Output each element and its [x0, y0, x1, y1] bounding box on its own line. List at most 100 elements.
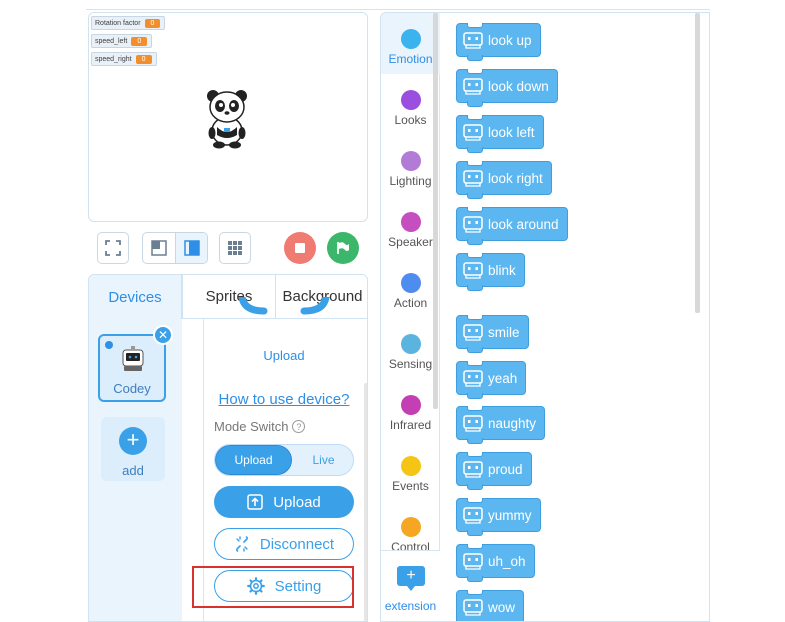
disconnect-button[interactable]: Disconnect — [214, 528, 354, 560]
device-card-codey[interactable]: Codey — [98, 334, 166, 402]
mode-upload-option[interactable]: Upload — [215, 445, 292, 475]
category-color-dot — [401, 29, 421, 49]
category-lighting[interactable]: Lighting — [381, 135, 440, 196]
block-label: look around — [488, 216, 559, 232]
disconnect-button-label: Disconnect — [259, 535, 335, 553]
tab-devices[interactable]: Devices — [89, 275, 182, 319]
codey-face-icon — [463, 553, 483, 570]
small-stage-button[interactable] — [143, 233, 175, 263]
block-proud[interactable]: proud — [456, 452, 532, 490]
block-palette: Emotion Looks Lighting Speaker Action Se… — [380, 12, 710, 622]
block-yummy[interactable]: yummy — [456, 498, 541, 536]
mode-live-option[interactable]: Live — [292, 445, 353, 475]
add-extension-icon: + — [397, 566, 425, 591]
block-uh-oh[interactable]: uh_oh — [456, 544, 535, 582]
category-label: Infrared — [389, 418, 432, 432]
upload-button[interactable]: Upload — [214, 486, 354, 518]
mode-switch[interactable]: Upload Live — [214, 444, 354, 476]
mode-switch-label: Mode Switch ? — [214, 419, 306, 434]
codey-face-icon — [463, 32, 483, 49]
grid-button[interactable] — [219, 232, 251, 264]
codey-face-icon — [463, 599, 483, 616]
category-label: Action — [393, 296, 428, 310]
go-button[interactable] — [327, 232, 359, 264]
block-label: look down — [488, 78, 549, 94]
category-color-dot — [401, 151, 421, 171]
block-label: uh_oh — [488, 553, 526, 569]
grid-icon — [228, 241, 242, 255]
upload-icon — [247, 494, 263, 510]
codey-face-icon — [463, 415, 483, 432]
category-list: Emotion Looks Lighting Speaker Action Se… — [381, 13, 440, 621]
category-scrollbar[interactable] — [433, 13, 438, 409]
device-panel: Devices Sprites Background Codey ✕ + add — [88, 274, 368, 622]
block-label: look left — [488, 124, 535, 140]
plus-icon: + — [119, 427, 147, 455]
remove-device-button[interactable]: ✕ — [153, 325, 173, 345]
block-look-around[interactable]: look around — [456, 207, 568, 245]
block-wow[interactable]: wow — [456, 590, 525, 621]
green-flag-icon — [337, 242, 349, 254]
stage-size-toggle[interactable] — [142, 232, 208, 264]
upload-button-label: Upload — [273, 493, 321, 511]
blocks-scrollbar[interactable] — [695, 13, 700, 313]
category-label: Speaker — [388, 235, 433, 249]
codey-face-icon — [463, 78, 483, 95]
stage[interactable]: Rotation factor 0 speed_left 0 speed_rig… — [88, 12, 368, 222]
block-label: smile — [488, 324, 520, 340]
variable-monitor: speed_left 0 — [91, 34, 153, 48]
block-blink[interactable]: blink — [456, 253, 525, 291]
block-label: blink — [488, 262, 516, 278]
codey-face-icon — [463, 461, 483, 478]
help-icon[interactable]: ? — [292, 420, 306, 433]
variable-name: Rotation factor — [95, 19, 141, 27]
variable-value: 0 — [144, 18, 161, 28]
block-label: wow — [488, 599, 516, 615]
fullscreen-button[interactable] — [97, 232, 129, 264]
block-naughty[interactable]: naughty — [456, 406, 546, 444]
category-label: Sensing — [388, 357, 433, 371]
block-look-left[interactable]: look left — [456, 115, 544, 153]
how-to-use-link[interactable]: How to use device? — [204, 391, 364, 408]
normal-stage-button[interactable] — [175, 233, 207, 263]
category-infrared[interactable]: Infrared — [381, 379, 440, 440]
category-action[interactable]: Action — [381, 257, 440, 318]
fullscreen-icon — [105, 240, 121, 256]
category-sensing[interactable]: Sensing — [381, 318, 440, 379]
category-label: Events — [392, 479, 429, 493]
category-color-dot — [401, 273, 421, 293]
block-look-up[interactable]: look up — [456, 23, 541, 61]
connected-indicator — [105, 341, 113, 349]
codey-robot-icon — [122, 346, 144, 371]
block-look-down[interactable]: look down — [456, 69, 558, 107]
panda-sprite-icon[interactable] — [203, 87, 251, 149]
category-label: Lighting — [389, 174, 432, 188]
category-speaker[interactable]: Speaker — [381, 196, 440, 257]
panel-scrollbar[interactable] — [364, 383, 367, 621]
add-label: add — [122, 463, 144, 478]
variable-name: speed_right — [95, 55, 132, 63]
block-smile[interactable]: smile — [456, 315, 529, 353]
block-label: look right — [488, 170, 543, 186]
codey-face-icon — [463, 216, 483, 233]
stop-button[interactable] — [284, 232, 316, 264]
block-look-right[interactable]: look right — [456, 161, 552, 199]
category-looks[interactable]: Looks — [381, 74, 440, 135]
block-yeah[interactable]: yeah — [456, 361, 527, 399]
block-label: proud — [488, 461, 523, 477]
category-emotion[interactable]: Emotion — [381, 13, 440, 74]
category-color-dot — [401, 90, 421, 110]
category-label: Looks — [394, 113, 427, 127]
device-name: Codey — [113, 381, 151, 396]
variable-name: speed_left — [95, 37, 128, 45]
close-icon: ✕ — [157, 328, 169, 342]
category-label: Emotion — [388, 52, 433, 66]
codey-face-icon — [463, 170, 483, 187]
extension-button[interactable]: + extension — [381, 550, 440, 621]
codey-face-icon — [463, 370, 483, 387]
codey-face-icon — [463, 324, 483, 341]
block-label: look up — [488, 32, 532, 48]
add-device-button[interactable]: + add — [101, 417, 165, 481]
category-events[interactable]: Events — [381, 440, 440, 501]
normal-stage-icon — [183, 240, 200, 256]
